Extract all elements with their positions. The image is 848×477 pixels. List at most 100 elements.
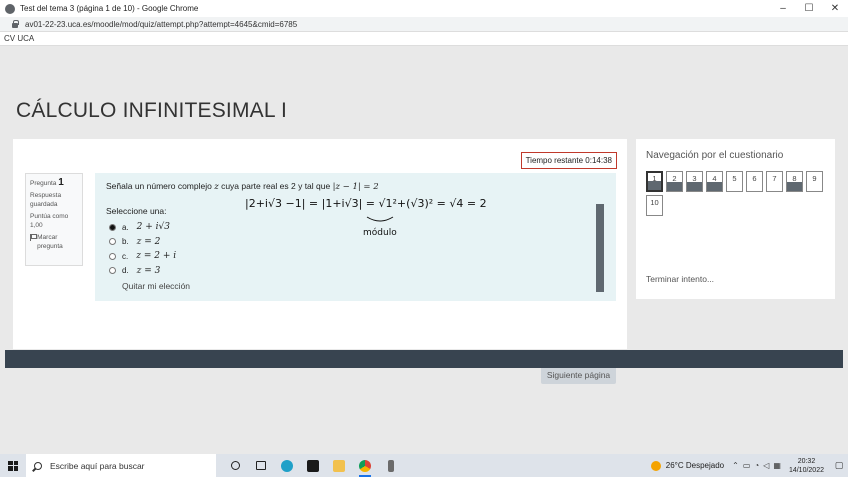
nav-question-3[interactable]: 3 xyxy=(686,171,703,192)
option-a[interactable]: a. 2 + i√3 xyxy=(109,220,176,235)
option-letter: c. xyxy=(122,251,129,261)
nav-question-2[interactable]: 2 xyxy=(666,171,683,192)
radio-a[interactable] xyxy=(109,223,116,231)
option-letter: a. xyxy=(122,222,129,232)
window-controls: – ☐ ✕ xyxy=(770,0,848,17)
handwriting-line-1: |2+i√3 −1| = |1+i√3| = √1²+(√3)² = √4 = … xyxy=(245,197,487,210)
nav-question-8[interactable]: 8 xyxy=(786,171,803,192)
start-button[interactable] xyxy=(0,454,26,477)
taskbar-search-placeholder[interactable]: Escribe aquí para buscar xyxy=(50,461,145,471)
question-nav-grid: 1 2 3 4 5 6 7 8 9 10 xyxy=(646,171,826,216)
question-number: Pregunta 1 xyxy=(30,178,78,188)
navigation-title: Navegación por el cuestionario xyxy=(646,150,784,161)
nav-question-1[interactable]: 1 xyxy=(646,171,663,192)
maximize-button[interactable]: ☐ xyxy=(796,0,822,17)
vertical-scrollbar[interactable] xyxy=(596,204,604,292)
netflix-app[interactable] xyxy=(300,454,326,477)
flag-question-link[interactable]: Marcar pregunta xyxy=(30,233,78,251)
radio-b[interactable] xyxy=(109,238,116,246)
system-tray: 26°C Despejado ⌃ ▭ ◔ ◁ ▦ 20:32 14/10/202… xyxy=(650,454,848,477)
option-letter: b. xyxy=(122,237,129,247)
nav-question-10[interactable]: 10 xyxy=(646,195,663,216)
course-title: CÁLCULO INFINITESIMAL I xyxy=(16,99,288,122)
minimize-button[interactable]: – xyxy=(770,0,796,17)
address-bar[interactable]: av01-22-23.uca.es/moodle/mod/quiz/attemp… xyxy=(0,17,848,32)
option-value: z = 2 xyxy=(136,236,161,247)
question-content: Señala un número complejo z cuya parte r… xyxy=(95,173,616,301)
window-titlebar: Test del tema 3 (página 1 de 10) - Googl… xyxy=(0,0,848,17)
site-name-link[interactable]: CV UCA xyxy=(4,34,34,43)
option-letter: d. xyxy=(122,266,129,276)
handwritten-annotation: |2+i√3 −1| = |1+i√3| = √1²+(√3)² = √4 = … xyxy=(245,197,487,238)
taskbar-search[interactable]: Escribe aquí para buscar xyxy=(26,454,216,477)
search-icon xyxy=(34,461,42,470)
notifications-button[interactable]: ▢ xyxy=(830,454,848,477)
clock-time: 20:32 xyxy=(797,457,816,465)
page-footer xyxy=(5,350,843,368)
time-remaining-badge: Tiempo restante 0:14:38 xyxy=(520,152,617,169)
tray-icons: ⌃ ▭ ◔ ◁ ▦ xyxy=(732,461,781,470)
question-label: Pregunta xyxy=(30,180,57,187)
select-prompt: Seleccione una: xyxy=(106,206,167,216)
file-explorer-app[interactable] xyxy=(326,454,352,477)
quiz-navigation-panel: Navegación por el cuestionario 1 2 3 4 5… xyxy=(636,139,835,299)
option-d[interactable]: d. z = 3 xyxy=(109,264,176,279)
phone-icon xyxy=(388,459,394,472)
question-text-part: Señala un número complejo xyxy=(106,181,215,191)
weather-widget[interactable]: 26°C Despejado xyxy=(650,460,725,471)
edge-icon xyxy=(281,459,293,472)
circle-icon xyxy=(230,461,240,470)
nav-question-7[interactable]: 7 xyxy=(766,171,783,192)
question-info-panel: Pregunta 1 Respuesta guardada Puntúa com… xyxy=(25,173,83,266)
nav-question-5[interactable]: 5 xyxy=(726,171,743,192)
wifi-icon[interactable]: ◔ xyxy=(754,461,759,470)
close-button[interactable]: ✕ xyxy=(822,0,848,17)
page-body: CÁLCULO INFINITESIMAL I Tiempo restante … xyxy=(0,47,848,454)
widgets-button[interactable] xyxy=(248,454,274,477)
option-b[interactable]: b. z = 2 xyxy=(109,235,176,250)
taskbar-apps xyxy=(222,454,404,477)
handwriting-line-2: módulo xyxy=(363,227,397,238)
option-value: z = 3 xyxy=(136,265,161,276)
chevron-up-icon[interactable]: ⌃ xyxy=(732,461,739,470)
volume-icon[interactable]: ◁ xyxy=(763,461,769,470)
nav-question-9[interactable]: 9 xyxy=(806,171,823,192)
network-icon[interactable]: ▭ xyxy=(743,461,751,470)
url-text[interactable]: av01-22-23.uca.es/moodle/mod/quiz/attemp… xyxy=(25,20,297,29)
clear-choice-link[interactable]: Quitar mi elección xyxy=(122,281,190,291)
option-value: 2 + i√3 xyxy=(136,222,170,233)
keyboard-icon[interactable]: ▦ xyxy=(773,461,781,470)
flag-question-label[interactable]: Marcar pregunta xyxy=(37,233,78,251)
notification-icon: ▢ xyxy=(834,460,844,470)
chrome-icon xyxy=(5,3,15,14)
radio-d[interactable] xyxy=(109,267,116,275)
task-view-button[interactable] xyxy=(222,454,248,477)
weather-text: 26°C Despejado xyxy=(665,461,725,470)
option-value: z = 2 + i xyxy=(136,251,177,262)
chrome-app[interactable] xyxy=(352,454,378,477)
finish-attempt-link[interactable]: Terminar intento... xyxy=(646,274,714,284)
radio-c[interactable] xyxy=(109,252,116,260)
lock-icon xyxy=(11,20,19,28)
option-c[interactable]: c. z = 2 + i xyxy=(109,249,176,264)
windows-taskbar: Escribe aquí para buscar 26°C Despejado xyxy=(0,454,848,477)
netflix-icon xyxy=(307,459,319,472)
edge-app[interactable] xyxy=(274,454,300,477)
chrome-taskbar-icon xyxy=(359,459,371,472)
folder-icon xyxy=(333,459,345,472)
moon-icon xyxy=(650,460,661,471)
question-grade: Puntúa como 1,00 xyxy=(30,213,69,229)
window-title: Test del tema 3 (página 1 de 10) - Googl… xyxy=(20,4,199,13)
system-clock[interactable]: 20:32 14/10/2022 xyxy=(789,457,824,475)
task-view-icon xyxy=(256,461,266,470)
phone-link-app[interactable] xyxy=(378,454,404,477)
answer-options: a. 2 + i√3 b. z = 2 c. z = 2 + i d. z = … xyxy=(109,220,176,278)
nav-question-4[interactable]: 4 xyxy=(706,171,723,192)
site-header: CV UCA xyxy=(0,32,848,46)
windows-logo-icon xyxy=(8,460,18,471)
clock-date: 14/10/2022 xyxy=(788,466,824,474)
underbrace-stroke xyxy=(366,216,394,222)
nav-question-6[interactable]: 6 xyxy=(746,171,763,192)
question-num: 1 xyxy=(58,177,64,188)
quiz-main-card: Tiempo restante 0:14:38 Pregunta 1 Respu… xyxy=(13,139,627,384)
